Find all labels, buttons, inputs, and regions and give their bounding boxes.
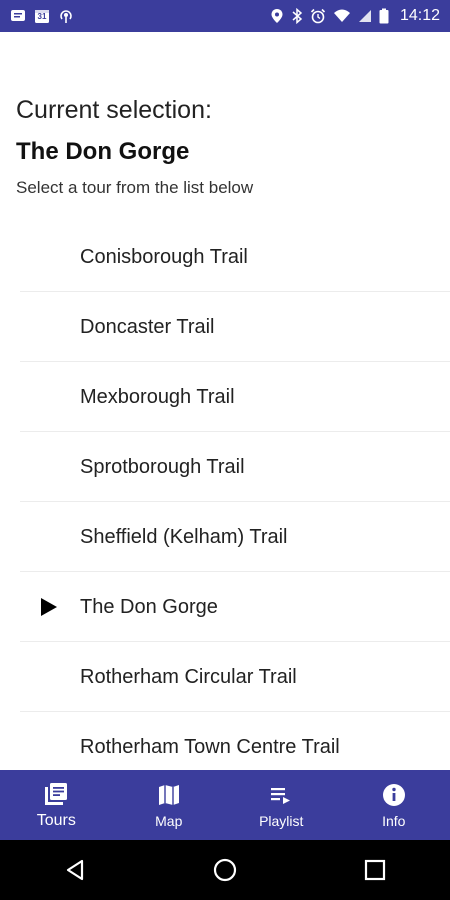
podcast-icon	[58, 8, 74, 24]
selection-heading: Current selection:	[16, 96, 212, 124]
tour-item-doncaster[interactable]: Doncaster Trail	[0, 292, 450, 362]
message-icon	[10, 8, 26, 24]
tour-label: Rotherham Circular Trail	[80, 665, 297, 688]
nav-label-tours: Tours	[36, 812, 76, 829]
recents-button[interactable]	[345, 840, 405, 900]
tour-label: Sprotborough Trail	[80, 455, 245, 478]
nav-label-map: Map	[155, 813, 183, 829]
status-bar: 31 14:12	[0, 0, 450, 32]
tour-label: The Don Gorge	[80, 595, 218, 618]
alarm-icon	[310, 8, 326, 24]
battery-icon	[379, 8, 389, 24]
home-circle-icon	[213, 858, 237, 882]
current-tour-title: The Don Gorge	[16, 138, 190, 165]
back-triangle-icon	[66, 859, 84, 881]
tour-item-don-gorge[interactable]: The Don Gorge	[0, 572, 450, 642]
tour-item-sprotborough[interactable]: Sprotborough Trail	[0, 432, 450, 502]
system-navigation-bar	[0, 840, 450, 900]
tour-list: Conisborough Trail Doncaster Trail Mexbo…	[0, 222, 450, 782]
info-icon	[381, 781, 407, 809]
home-button[interactable]	[195, 840, 255, 900]
status-time: 14:12	[399, 7, 440, 24]
tour-label: Sheffield (Kelham) Trail	[80, 525, 288, 548]
calendar-day: 31	[37, 12, 47, 21]
nav-label-playlist: Playlist	[259, 813, 304, 829]
tours-icon	[43, 780, 69, 808]
tour-label: Mexborough Trail	[80, 385, 235, 408]
tour-item-mexborough[interactable]: Mexborough Trail	[0, 362, 450, 432]
bottom-navigation: Tours Map Playlist Info	[0, 770, 450, 840]
nav-playlist[interactable]: Playlist	[225, 770, 338, 840]
map-icon	[156, 781, 182, 809]
tour-item-rotherham-circular[interactable]: Rotherham Circular Trail	[0, 642, 450, 712]
tour-label: Doncaster Trail	[80, 315, 215, 338]
list-hint: Select a tour from the list below	[16, 178, 254, 197]
status-right-icons: 14:12	[270, 7, 440, 25]
recents-square-icon	[364, 859, 386, 881]
nav-label-info: Info	[382, 813, 406, 829]
wifi-icon	[333, 8, 351, 24]
tour-item-conisborough[interactable]: Conisborough Trail	[0, 222, 450, 292]
bluetooth-icon	[291, 8, 303, 24]
back-button[interactable]	[45, 840, 105, 900]
location-icon	[270, 8, 284, 24]
playlist-icon	[268, 781, 294, 809]
status-left-icons: 31	[10, 8, 74, 24]
play-arrow-icon	[40, 572, 58, 642]
signal-icon	[358, 8, 372, 24]
calendar-icon: 31	[34, 8, 50, 24]
tour-label: Rotherham Town Centre Trail	[80, 735, 340, 758]
tour-item-sheffield-kelham[interactable]: Sheffield (Kelham) Trail	[0, 502, 450, 572]
nav-map[interactable]: Map	[113, 770, 226, 840]
nav-info[interactable]: Info	[338, 770, 450, 840]
nav-tours[interactable]: Tours	[0, 770, 113, 840]
tour-label: Conisborough Trail	[80, 245, 248, 268]
